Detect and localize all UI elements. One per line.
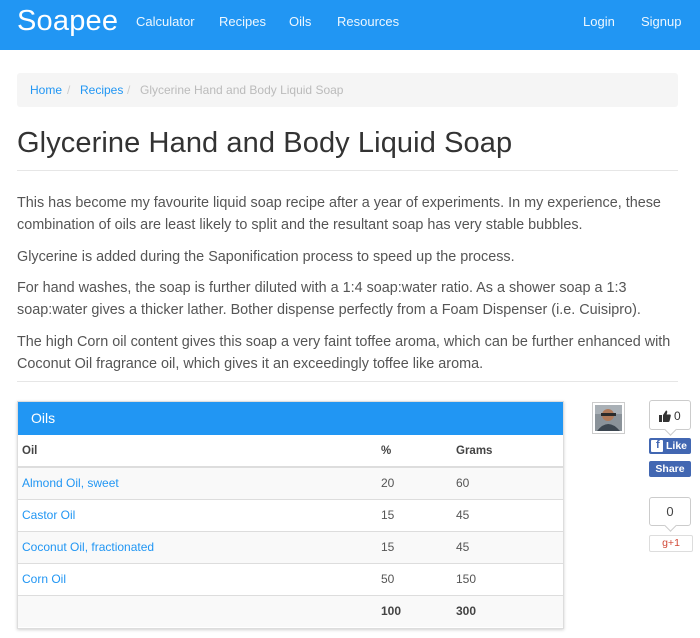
oil-link[interactable]: Corn Oil xyxy=(22,572,66,586)
table-totals-row: 100 300 xyxy=(18,594,563,627)
breadcrumb-separator: / xyxy=(67,83,71,97)
recipe-description-paragraph: Glycerine is added during the Saponifica… xyxy=(17,249,515,265)
divider xyxy=(17,381,678,382)
oil-grams: 45 xyxy=(452,498,563,531)
breadcrumb-separator: / xyxy=(127,83,131,97)
totals-label-cell xyxy=(18,594,377,627)
oils-panel-title: Oils xyxy=(31,410,56,426)
oil-link[interactable]: Coconut Oil, fractionated xyxy=(22,540,154,554)
thumbs-up-icon xyxy=(659,410,671,422)
thumbs-up-counter[interactable]: 0 xyxy=(649,400,691,430)
table-row: Castor Oil 15 45 xyxy=(18,498,563,531)
recipe-description-paragraph: This has become my favourite liquid soap… xyxy=(17,195,661,233)
facebook-like-button[interactable]: f Like xyxy=(649,438,691,454)
oil-percent: 15 xyxy=(377,530,452,563)
column-header-percent: % xyxy=(377,435,452,468)
breadcrumb-home[interactable]: Home xyxy=(30,83,62,97)
oils-panel-heading: Oils xyxy=(18,402,563,435)
table-row: Corn Oil 50 150 xyxy=(18,562,563,595)
column-header-oil: Oil xyxy=(18,435,377,468)
nav-login[interactable]: Login xyxy=(583,14,615,29)
breadcrumb-recipes[interactable]: Recipes xyxy=(80,83,123,97)
breadcrumb-current: Glycerine Hand and Body Liquid Soap xyxy=(140,83,344,97)
facebook-like-label: Like xyxy=(666,440,688,452)
oil-link[interactable]: Castor Oil xyxy=(22,508,75,522)
recipe-description-paragraph: For hand washes, the soap is further dil… xyxy=(17,280,641,318)
nav-oils[interactable]: Oils xyxy=(289,14,311,29)
google-plus-button[interactable]: g+1 xyxy=(649,535,693,552)
oil-grams: 45 xyxy=(452,530,563,563)
table-row: Coconut Oil, fractionated 15 45 xyxy=(18,530,563,563)
facebook-icon: f xyxy=(651,439,663,452)
oil-percent: 50 xyxy=(377,562,452,595)
google-plus-counter: 0 xyxy=(649,497,691,526)
thumbs-up-count: 0 xyxy=(674,409,681,423)
oil-grams: 60 xyxy=(452,466,563,499)
author-avatar[interactable] xyxy=(592,402,625,434)
oil-percent: 15 xyxy=(377,498,452,531)
table-header-row: Oil % Grams xyxy=(18,435,563,468)
table-row: Almond Oil, sweet 20 60 xyxy=(18,466,563,499)
nav-signup[interactable]: Signup xyxy=(641,14,681,29)
total-grams: 300 xyxy=(452,594,563,627)
nav-recipes[interactable]: Recipes xyxy=(219,14,266,29)
divider xyxy=(17,170,678,171)
page-title: Glycerine Hand and Body Liquid Soap xyxy=(17,127,513,159)
oil-link[interactable]: Almond Oil, sweet xyxy=(22,476,119,490)
oils-panel: Oils Oil % Grams Almond Oil, sweet 20 60… xyxy=(17,401,564,629)
total-percent: 100 xyxy=(377,594,452,627)
oil-grams: 150 xyxy=(452,562,563,595)
oils-table: Oil % Grams Almond Oil, sweet 20 60 Cast… xyxy=(18,435,563,627)
column-header-grams: Grams xyxy=(452,435,563,468)
brand-logo[interactable]: Soapee xyxy=(17,5,118,38)
oil-percent: 20 xyxy=(377,466,452,499)
breadcrumb: Home / Recipes / Glycerine Hand and Body… xyxy=(17,73,678,107)
avatar-photo xyxy=(595,405,622,431)
top-navbar: Soapee Calculator Recipes Oils Resources… xyxy=(0,0,700,50)
nav-resources[interactable]: Resources xyxy=(337,14,399,29)
recipe-description-paragraph: The high Corn oil content gives this soa… xyxy=(17,334,671,372)
nav-calculator[interactable]: Calculator xyxy=(136,14,195,29)
facebook-share-button[interactable]: Share xyxy=(649,461,691,477)
